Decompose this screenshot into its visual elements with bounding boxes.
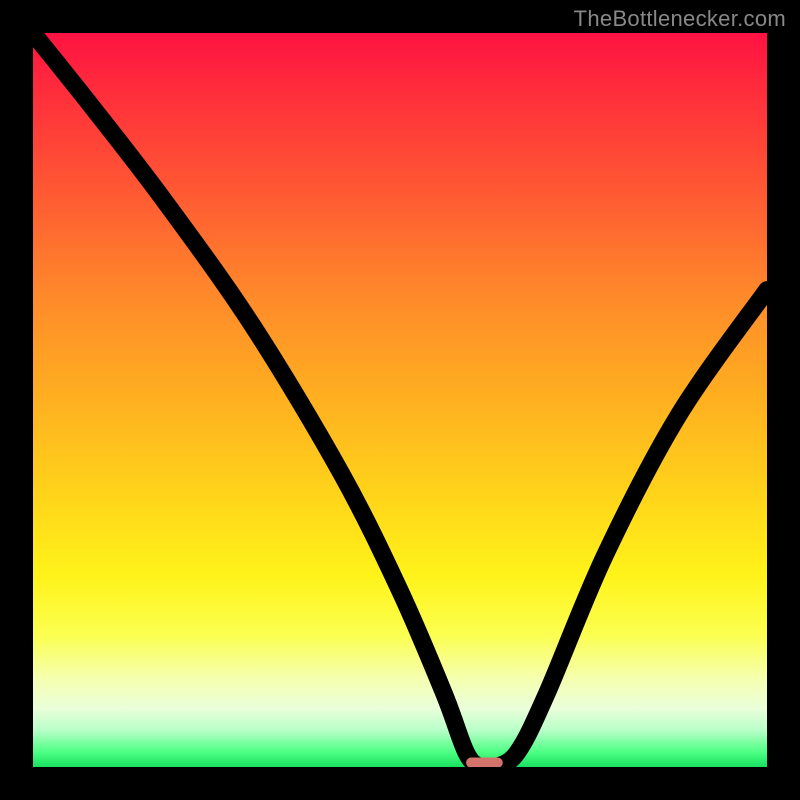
optimal-range-marker (466, 757, 503, 767)
bottleneck-curve (33, 33, 767, 767)
chart-frame: TheBottlenecker.com (0, 0, 800, 800)
source-watermark: TheBottlenecker.com (574, 6, 786, 32)
plot-area (33, 33, 767, 767)
